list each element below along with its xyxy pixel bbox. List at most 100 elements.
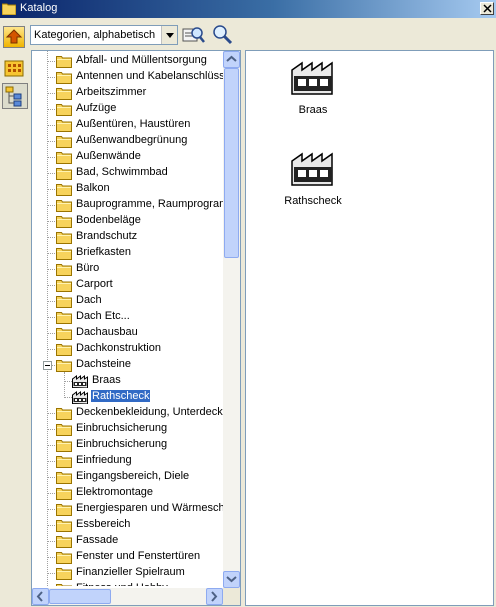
- sort-mode-value: Kategorien, alphabetisch: [34, 29, 156, 41]
- folder-icon: [56, 567, 72, 580]
- tree-item-label: Fassade: [76, 534, 119, 546]
- horizontal-scroll-thumb[interactable]: [49, 589, 111, 604]
- category-tree[interactable]: Abfall- und Müllentsorgung Antennen und K…: [31, 50, 241, 606]
- tree-view-button[interactable]: [2, 83, 28, 109]
- tree-branch-line: [47, 317, 55, 318]
- item-label: Rathscheck: [284, 195, 342, 207]
- folder-icon: [56, 439, 72, 452]
- tree-branch-line: [47, 333, 55, 334]
- tree-branch-line: [64, 397, 72, 398]
- tree-branch-line: [47, 573, 55, 574]
- folder-icon: [56, 263, 72, 276]
- tree-item-label: Deckenbekleidung, Unterdecken: [76, 406, 223, 418]
- item-label: Braas: [298, 104, 328, 116]
- tree-item-label: Büro: [76, 262, 100, 274]
- tree-branch-line: [47, 237, 55, 238]
- folder-icon: [1, 2, 17, 16]
- search-catalog-button[interactable]: [182, 23, 206, 47]
- close-button[interactable]: [480, 2, 494, 15]
- folder-icon: [56, 279, 72, 292]
- magnifier-icon: [213, 25, 233, 45]
- folder-icon: [56, 247, 72, 260]
- tree-branch-line: [47, 77, 55, 78]
- tree-item-label: Aufzüge: [76, 102, 117, 114]
- folder-icon: [56, 503, 72, 516]
- tree-item-label: Dach: [76, 294, 102, 306]
- catalog-search-icon: [182, 27, 205, 43]
- tree-structure-icon: [5, 86, 22, 107]
- tree-item-label: Einbruchsicherung: [76, 422, 168, 434]
- tree-branch-line: [47, 205, 55, 206]
- tree-branch-line: [47, 301, 55, 302]
- tree-branch-line: [47, 125, 55, 126]
- content-panel: Braas Rathscheck: [245, 50, 494, 606]
- tree-item-label: Finanzieller Spielraum: [76, 566, 185, 578]
- scroll-thumb[interactable]: [224, 68, 239, 258]
- tree-item-label: Arbeitszimmer: [76, 86, 147, 98]
- sort-mode-select[interactable]: Kategorien, alphabetisch: [30, 25, 178, 45]
- up-arrow-icon: [5, 29, 23, 44]
- tree-branch-line: [47, 349, 55, 350]
- folder-icon: [56, 359, 72, 372]
- tree-item-label: Dachkonstruktion: [76, 342, 161, 354]
- tree-branch-line: [47, 141, 55, 142]
- tree-item-label: Energiesparen und Wärmeschutz: [76, 502, 223, 514]
- scroll-left-button[interactable]: [32, 588, 49, 605]
- chevron-up-icon: [226, 55, 237, 62]
- tree-item-label: Briefkasten: [76, 246, 132, 258]
- tree-item-label: Dach Etc...: [76, 310, 130, 322]
- folder-icon: [56, 55, 72, 68]
- folder-icon: [56, 183, 72, 196]
- tree-vertical-scrollbar[interactable]: [223, 51, 240, 588]
- tree-item-label: Außenwandbegrünung: [76, 134, 188, 146]
- collapse-toggle[interactable]: [43, 361, 52, 370]
- chevron-right-icon: [211, 591, 218, 602]
- tree-item-label: Antennen und Kabelanschlüsse: [76, 70, 223, 82]
- manufacturer-item-rathscheck[interactable]: Rathscheck: [268, 151, 358, 207]
- tree-item-label: Carport: [76, 278, 113, 290]
- folder-icon: [56, 87, 72, 100]
- up-button[interactable]: [3, 26, 25, 48]
- tree-horizontal-scrollbar[interactable]: [32, 588, 223, 605]
- title-bar: Katalog: [0, 0, 496, 18]
- tree-item-label: Elektromontage: [76, 486, 154, 498]
- folder-icon: [56, 407, 72, 420]
- tree-branch-line: [47, 173, 55, 174]
- chevron-down-icon: [226, 576, 237, 583]
- scroll-down-button[interactable]: [223, 571, 240, 588]
- tree-branch-line: [47, 461, 55, 462]
- tree-item-label: Außentüren, Haustüren: [76, 118, 191, 130]
- folder-icon: [56, 215, 72, 228]
- folder-icon: [56, 487, 72, 500]
- tree-branch-line: [47, 477, 55, 478]
- tree-child-connector-line: [64, 372, 65, 398]
- folder-icon: [56, 535, 72, 548]
- folder-icon: [56, 119, 72, 132]
- scroll-right-button[interactable]: [206, 588, 223, 605]
- chevron-left-icon: [36, 591, 43, 602]
- dropdown-button[interactable]: [161, 26, 177, 44]
- tree-item-label: Außenwände: [76, 150, 141, 162]
- tree-item-label: Abfall- und Müllentsorgung: [76, 54, 207, 66]
- tree-branch-line: [47, 525, 55, 526]
- factory-icon: [72, 375, 88, 389]
- manufacturer-item-braas[interactable]: Braas: [268, 60, 358, 116]
- toolbar: Kategorien, alphabetisch: [0, 18, 496, 50]
- tree-item-label: Braas: [92, 374, 121, 386]
- folder-icon: [56, 343, 72, 356]
- tree-branch-line: [47, 541, 55, 542]
- search-button[interactable]: [210, 23, 234, 47]
- folder-icon: [56, 423, 72, 436]
- tree-item-label: Brandschutz: [76, 230, 138, 242]
- scroll-up-button[interactable]: [223, 51, 240, 68]
- tree-item-label: Einfriedung: [76, 454, 132, 466]
- folder-icon: [56, 327, 72, 340]
- folder-icon: [56, 551, 72, 564]
- view-strip: [0, 50, 30, 607]
- tree-item-label: Eingangsbereich, Diele: [76, 470, 190, 482]
- tree-item-label: Fitness und Hobby: [75, 582, 169, 586]
- folder-icon: [56, 455, 72, 468]
- catalog-view-button[interactable]: [2, 56, 28, 82]
- tree-branch-line: [47, 61, 55, 62]
- tree-branch-line: [47, 509, 55, 510]
